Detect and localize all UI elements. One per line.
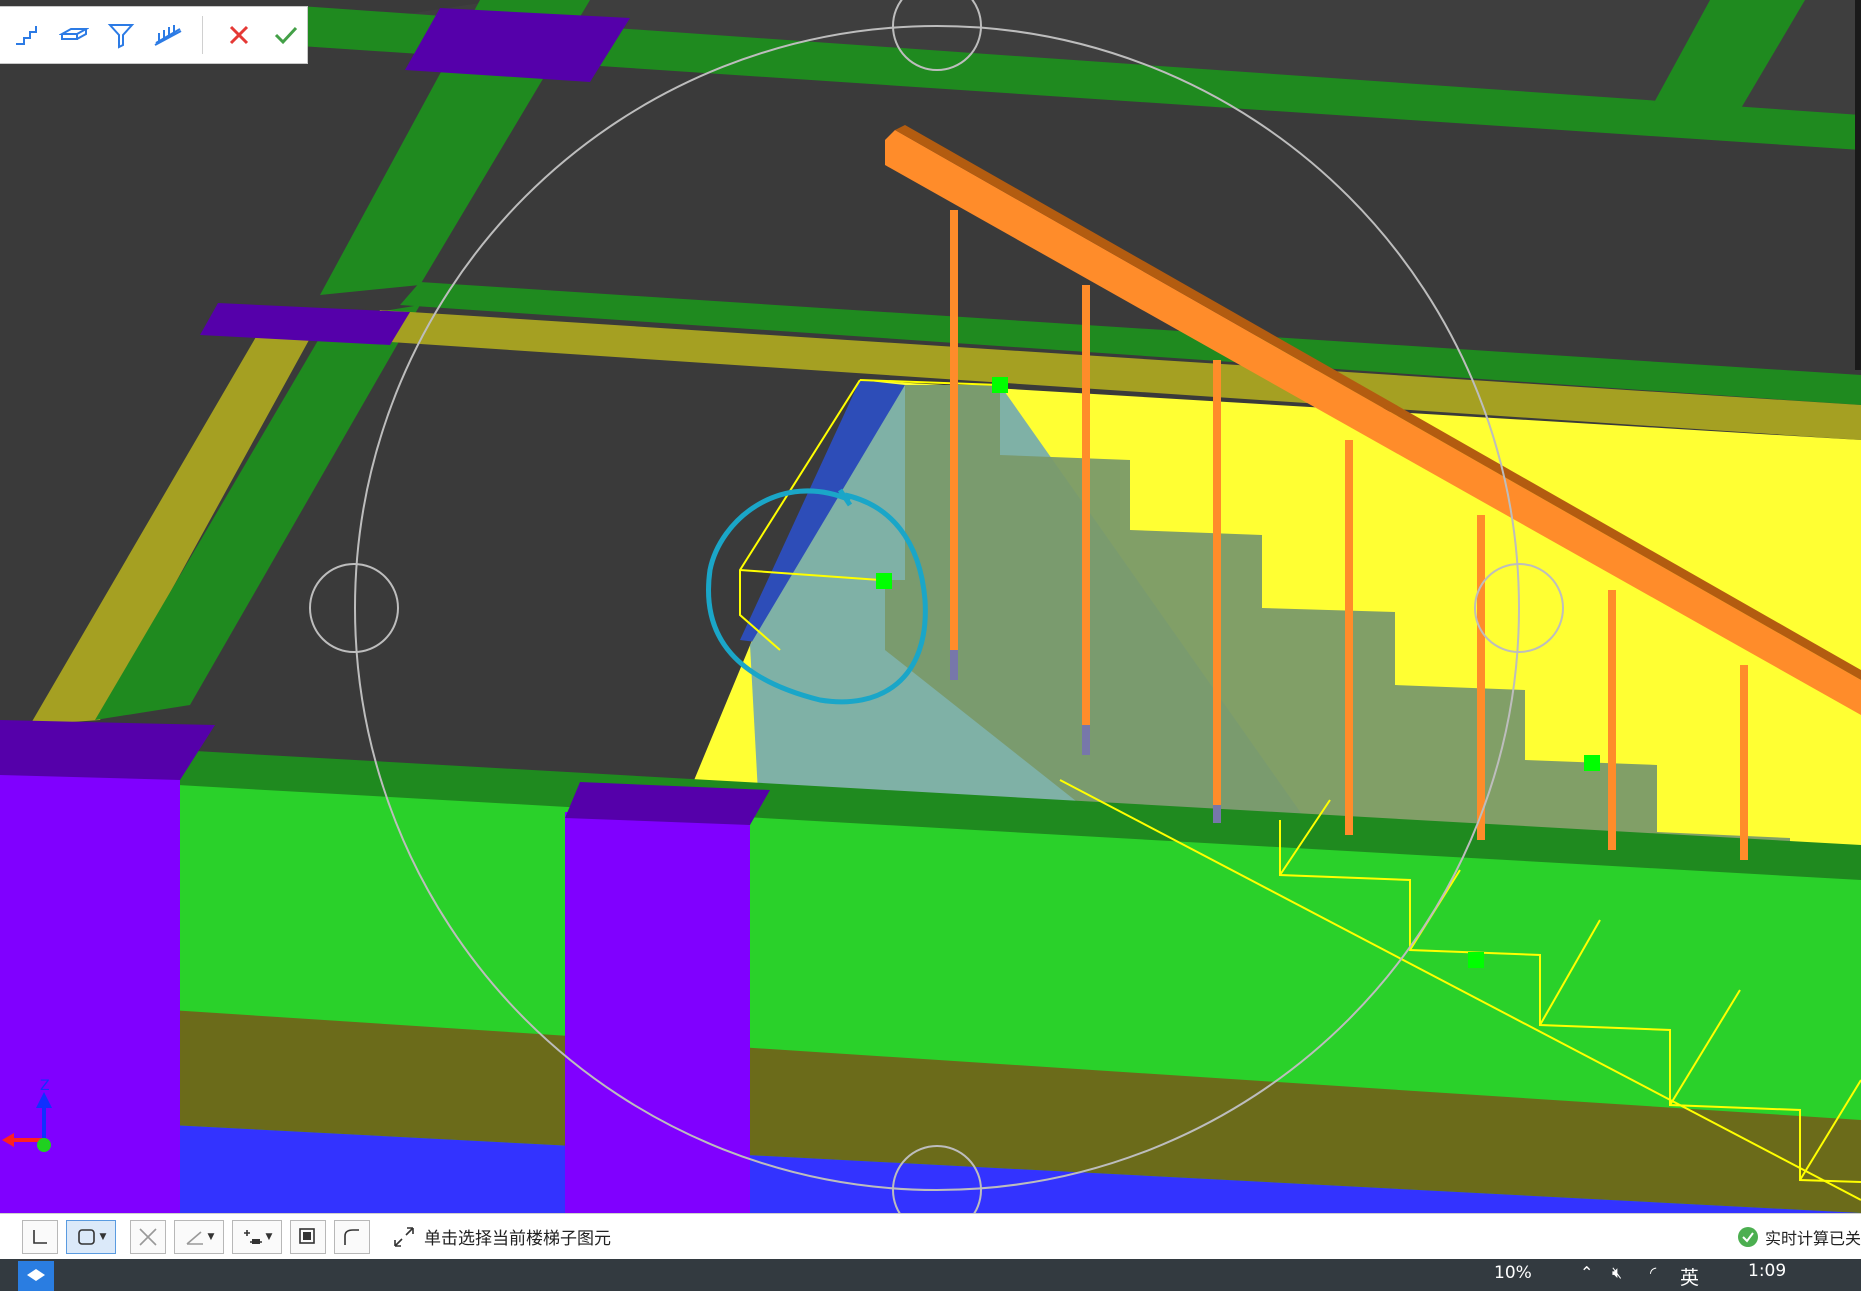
toolbar-separator [202,16,203,54]
ortho-icon[interactable] [22,1219,58,1254]
scene-canvas[interactable]: Z [0,0,1861,1213]
ime-indicator[interactable]: 英 [1680,1263,1699,1290]
tray-percent: 10% [1494,1263,1532,1283]
app-taskbar-icon[interactable] [18,1261,54,1291]
offset-icon[interactable]: ▼ [232,1219,282,1254]
calc-status-text: 实时计算已关 [1764,1229,1861,1248]
railing-icon[interactable] [147,14,188,56]
status-bar: ▼ ▼ ▼ 单击选择当前楼梯子图元 实时计算已关 [0,1213,1861,1259]
tray-clock[interactable]: 1:09 [1748,1261,1786,1281]
wifi-icon[interactable]: ◜ [1650,1263,1656,1282]
column-top-upper[interactable] [405,8,630,82]
stair-icon[interactable] [6,14,47,56]
chevron-down-icon: ▼ [207,1231,215,1242]
check-icon[interactable] [266,14,307,56]
snap-icon[interactable] [290,1219,326,1254]
check-circle-icon [1737,1227,1758,1247]
funnel-beam-icon[interactable] [100,14,141,56]
status-hint: 单击选择当前楼梯子图元 [392,1224,611,1249]
column-left[interactable] [0,770,180,1213]
stair-edit-toolbar [0,6,308,64]
svg-text:Z: Z [40,1078,50,1094]
close-icon[interactable] [219,14,260,56]
hint-text: 单击选择当前楼梯子图元 [424,1229,611,1249]
chevron-down-icon: ▼ [99,1231,107,1242]
chevron-down-icon: ▼ [265,1231,273,1242]
3d-viewport[interactable]: Z [0,0,1861,1213]
realtime-calc-status[interactable]: 实时计算已关 [1737,1214,1861,1260]
expand-icon [394,1226,414,1247]
os-taskbar: 10% ⌃ 🔇︎ ◜ 英 1:09 [0,1259,1861,1291]
column-middle[interactable] [565,812,750,1213]
angle-icon[interactable]: ▼ [174,1219,224,1254]
cross-icon[interactable] [130,1219,166,1254]
slab-icon[interactable] [53,14,94,56]
arc-icon[interactable] [334,1219,370,1254]
column-left-cap [0,720,215,780]
speaker-muted-icon[interactable]: 🔇︎ [1612,1263,1622,1283]
right-edge-strip [1855,0,1861,370]
select-box-icon[interactable]: ▼ [66,1219,116,1254]
chevron-up-icon[interactable]: ⌃ [1580,1263,1593,1282]
